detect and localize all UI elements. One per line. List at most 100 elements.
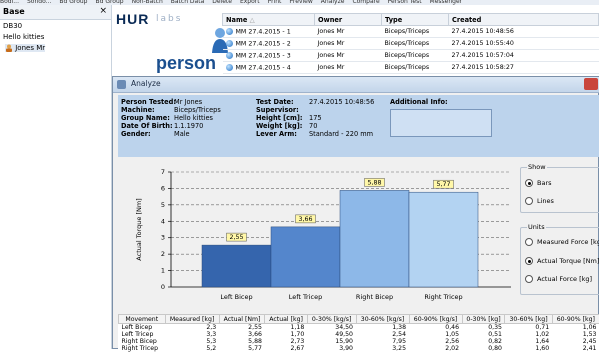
y-tick-label: 2 [161, 250, 165, 258]
results-cell: 1,02 [505, 331, 552, 338]
options-panel: Show Bars Lines Units Measured Force [kg… [517, 159, 599, 311]
radio-selected-icon [525, 257, 533, 265]
results-column-header[interactable]: 60-90% [kg/s] [409, 315, 462, 324]
person-info-panel: Person Tested: Mr Jones Machine: Biceps/… [118, 95, 599, 157]
bar [271, 227, 340, 287]
window-close-button[interactable] [584, 78, 598, 90]
results-cell: 0,35 [462, 324, 505, 332]
results-cell: 2,73 [265, 338, 307, 345]
machine-value: Biceps/Triceps [174, 106, 221, 114]
menu-item[interactable]: Messenger [430, 0, 463, 5]
results-cell: 7,95 [356, 338, 409, 345]
left-pane-header: Base × [0, 5, 111, 20]
tree-item-person[interactable]: Jones Mr [5, 44, 45, 52]
results-cell: 1,70 [265, 331, 307, 338]
gender-value: Male [174, 130, 190, 138]
column-header-created[interactable]: Created [449, 14, 599, 26]
results-cell: 15,90 [307, 338, 356, 345]
x-tick-label: Right Bicep [356, 293, 393, 301]
results-cell: 34,50 [307, 324, 356, 332]
results-row[interactable]: Right Bicep5,35,882,7315,907,952,560,821… [119, 338, 599, 345]
test-row[interactable]: MM 27.4.2015 - 3Jones MrBiceps/Triceps27… [223, 50, 599, 62]
results-column-header[interactable]: 30-60% [kg] [505, 315, 552, 324]
cell-type: Biceps/Triceps [382, 50, 449, 62]
results-cell: Left Tricep [119, 331, 166, 338]
results-cell: 0,71 [505, 324, 552, 332]
cell-name: MM 27.4.2015 - 1 [223, 26, 315, 38]
results-cell: 5,88 [219, 338, 265, 345]
menu-item[interactable]: Print [268, 0, 282, 5]
results-column-header[interactable]: 0-30% [kg/s] [307, 315, 356, 324]
cell-type: Biceps/Triceps [382, 38, 449, 50]
x-tick-label: Left Tricep [289, 293, 323, 301]
cell-type: Biceps/Triceps [382, 26, 449, 38]
results-column-header[interactable]: 30-60% [kg/s] [356, 315, 409, 324]
close-icon[interactable]: × [99, 6, 107, 16]
data-label: 5,88 [367, 179, 381, 186]
menu-item[interactable]: Compare [352, 0, 379, 5]
machine-label: Machine: [121, 106, 155, 114]
results-column-header[interactable]: Measured [kg] [165, 315, 219, 324]
results-cell: 2,3 [165, 324, 219, 332]
window-titlebar[interactable]: Analyze [113, 77, 599, 93]
radio-actual-torque[interactable]: Actual Torque [Nm] [525, 257, 599, 265]
test-row[interactable]: MM 27.4.2015 - 1Jones MrBiceps/Triceps27… [223, 26, 599, 38]
results-cell: 2,56 [409, 338, 462, 345]
radio-measured-force[interactable]: Measured Force [kg] [525, 238, 599, 246]
results-row[interactable]: Left Bicep2,32,551,1834,501,380,460,350,… [119, 324, 599, 332]
column-header-owner[interactable]: Owner [315, 14, 382, 26]
tree-item-label: DB30 [3, 22, 22, 30]
results-column-header[interactable]: Actual [kg] [265, 315, 307, 324]
y-axis-label: Actual Torque [Nm] [135, 198, 143, 260]
cell-owner: Jones Mr [315, 50, 382, 62]
menu-item[interactable]: Export [240, 0, 260, 5]
analyze-icon [117, 80, 126, 89]
test-row[interactable]: MM 27.4.2015 - 2Jones MrBiceps/Triceps27… [223, 38, 599, 50]
results-column-header[interactable]: Actual [Nm] [219, 315, 265, 324]
column-header-type[interactable]: Type [382, 14, 449, 26]
results-cell: 1,06 [552, 324, 599, 332]
person-tested-label: Person Tested: [121, 98, 176, 106]
menu-item[interactable]: Person Test [388, 0, 422, 5]
menu-item[interactable]: Preview [289, 0, 312, 5]
results-cell: 0,46 [409, 324, 462, 332]
results-column-header[interactable]: 60-90% [kg] [552, 315, 599, 324]
radio-lines[interactable]: Lines [525, 197, 554, 205]
additional-info-field[interactable] [390, 109, 492, 137]
column-header-name[interactable]: Name △ [223, 14, 315, 26]
x-tick-label: Right Tricep [424, 293, 462, 301]
radio-actual-force[interactable]: Actual Force [kg] [525, 275, 592, 283]
cell-type: Biceps/Triceps [382, 62, 449, 74]
test-status-icon [226, 40, 233, 47]
results-column-header[interactable]: 0-30% [kg] [462, 315, 505, 324]
tree-item-group[interactable]: Hello kitties [3, 33, 44, 41]
additional-info-label: Additional Info: [390, 98, 448, 106]
tree-item-db30[interactable]: DB30 [3, 22, 22, 30]
menu-item[interactable]: Analyze [321, 0, 345, 5]
results-cell: 1,05 [409, 331, 462, 338]
y-tick-label: 3 [161, 234, 165, 242]
height-label: Height [cm]: [256, 114, 303, 122]
test-date-label: Test Date: [256, 98, 294, 106]
test-date-value: 27.4.2015 10:48:56 [309, 98, 374, 106]
test-row[interactable]: MM 27.4.2015 - 4Jones MrBiceps/Triceps27… [223, 62, 599, 74]
logo-person: person [156, 53, 216, 74]
weight-label: Weight [kg]: [256, 122, 302, 130]
units-group-title: Units [527, 223, 546, 231]
results-row[interactable]: Left Tricep3,33,661,7049,502,541,050,511… [119, 331, 599, 338]
y-tick-label: 5 [161, 201, 165, 209]
cell-name: MM 27.4.2015 - 3 [223, 50, 315, 62]
results-column-header[interactable]: Movement [119, 315, 166, 324]
test-status-icon [226, 64, 233, 71]
tree-item-label: Hello kitties [3, 33, 44, 41]
gender-label: Gender: [121, 130, 151, 138]
window-title: Analyze [131, 79, 161, 88]
show-group: Show Bars Lines [520, 167, 599, 213]
cell-name: MM 27.4.2015 - 4 [223, 62, 315, 74]
radio-icon [525, 275, 533, 283]
analyze-window: Analyze Person Tested: Mr Jones Machine:… [112, 76, 599, 349]
x-tick-label: Left Bicep [220, 293, 252, 301]
person-tested-value: Mr Jones [174, 98, 202, 106]
radio-bars[interactable]: Bars [525, 179, 552, 187]
group-value: Hello kitties [174, 114, 213, 122]
